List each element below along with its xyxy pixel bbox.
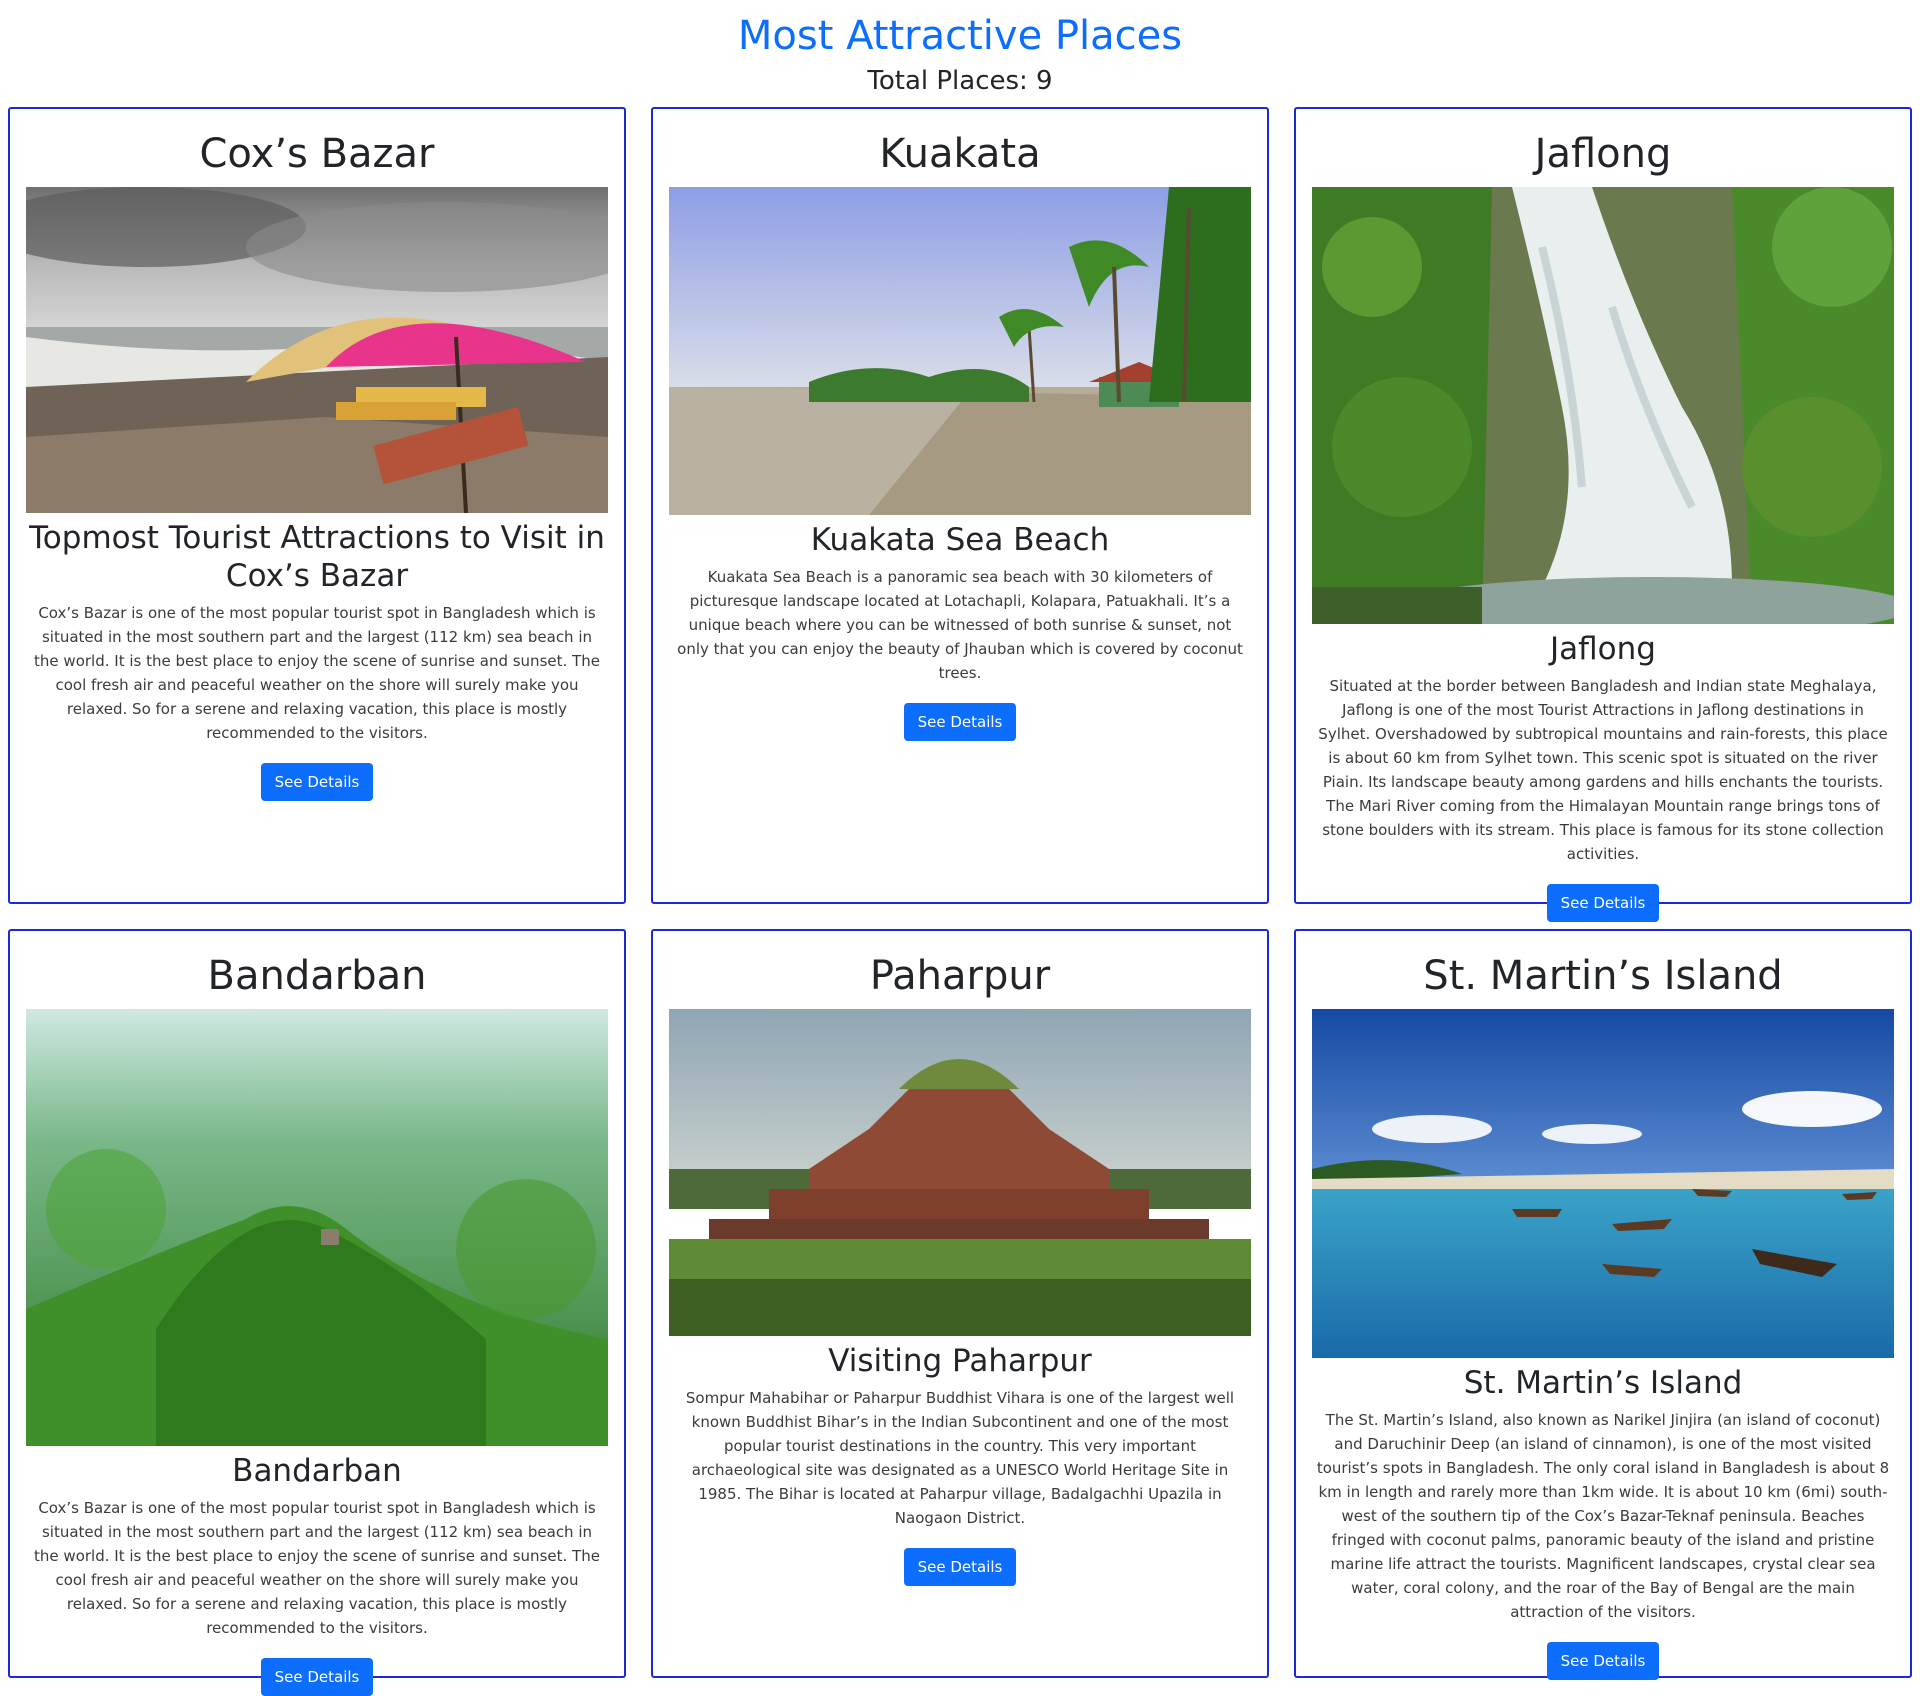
card-title: Paharpur	[869, 953, 1051, 999]
card-description: Cox’s Bazar is one of the most popular t…	[34, 604, 600, 742]
see-details-button[interactable]: See Details	[260, 763, 374, 801]
see-details-button[interactable]: See Details	[260, 1658, 374, 1696]
place-card: St. Martin’s Island St. Martin’s Island …	[1294, 929, 1912, 1680]
card-image-green-hills	[26, 1009, 608, 1446]
card-description: Cox’s Bazar is one of the most popular t…	[34, 1499, 600, 1637]
page-header: Most Attractive Places Total Places: 9	[0, 0, 1920, 96]
see-details-button[interactable]: See Details	[1546, 884, 1660, 922]
card-description: Sompur Mahabihar or Paharpur Buddhist Vi…	[685, 1389, 1235, 1527]
see-details-button[interactable]: See Details	[1546, 1642, 1660, 1680]
card-title: Cox’s Bazar	[199, 131, 435, 177]
place-card: Bandarban Bandarban Cox’s Bazar is one o…	[8, 929, 626, 1696]
place-card: Kuakata Kuakata Sea Beach Kuakata Sea Be…	[651, 107, 1269, 904]
card-image-monastery-ruins	[669, 1009, 1251, 1336]
card-heading: Topmost Tourist Attractions to Visit in …	[29, 520, 605, 594]
places-grid: Cox’s Bazar Topmost Tourist Attractions …	[0, 95, 1920, 1696]
place-card: Cox’s Bazar Topmost Tourist Attractions …	[8, 107, 626, 904]
card-image-waterfall	[1312, 187, 1894, 624]
card-image-beach-umbrellas	[26, 187, 608, 513]
card-description: Situated at the border between Banglades…	[1318, 677, 1888, 863]
card-description: The St. Martin’s Island, also known as N…	[1316, 1411, 1890, 1621]
place-card: Paharpur Visiting Paharpur Sompur Mahabi…	[651, 929, 1269, 1678]
page-title: Most Attractive Places	[737, 13, 1183, 59]
card-heading: St. Martin’s Island	[1463, 1365, 1743, 1401]
card-title: Kuakata	[879, 131, 1041, 177]
card-image-palm-beach	[669, 187, 1251, 515]
card-title: Jaflong	[1534, 131, 1672, 177]
card-heading: Jaflong	[1550, 631, 1656, 667]
card-heading: Bandarban	[232, 1453, 402, 1489]
see-details-button[interactable]: See Details	[903, 703, 1017, 741]
card-title: St. Martin’s Island	[1423, 953, 1783, 999]
total-places-count: Total Places: 9	[867, 66, 1053, 96]
card-image-sea-boats	[1312, 1009, 1894, 1358]
place-card: Jaflong Jaflong Situated at the border b…	[1294, 107, 1912, 922]
card-heading: Kuakata Sea Beach	[810, 522, 1110, 558]
see-details-button[interactable]: See Details	[903, 1548, 1017, 1586]
card-title: Bandarban	[207, 953, 427, 999]
card-description: Kuakata Sea Beach is a panoramic sea bea…	[677, 568, 1243, 682]
card-heading: Visiting Paharpur	[828, 1343, 1092, 1379]
